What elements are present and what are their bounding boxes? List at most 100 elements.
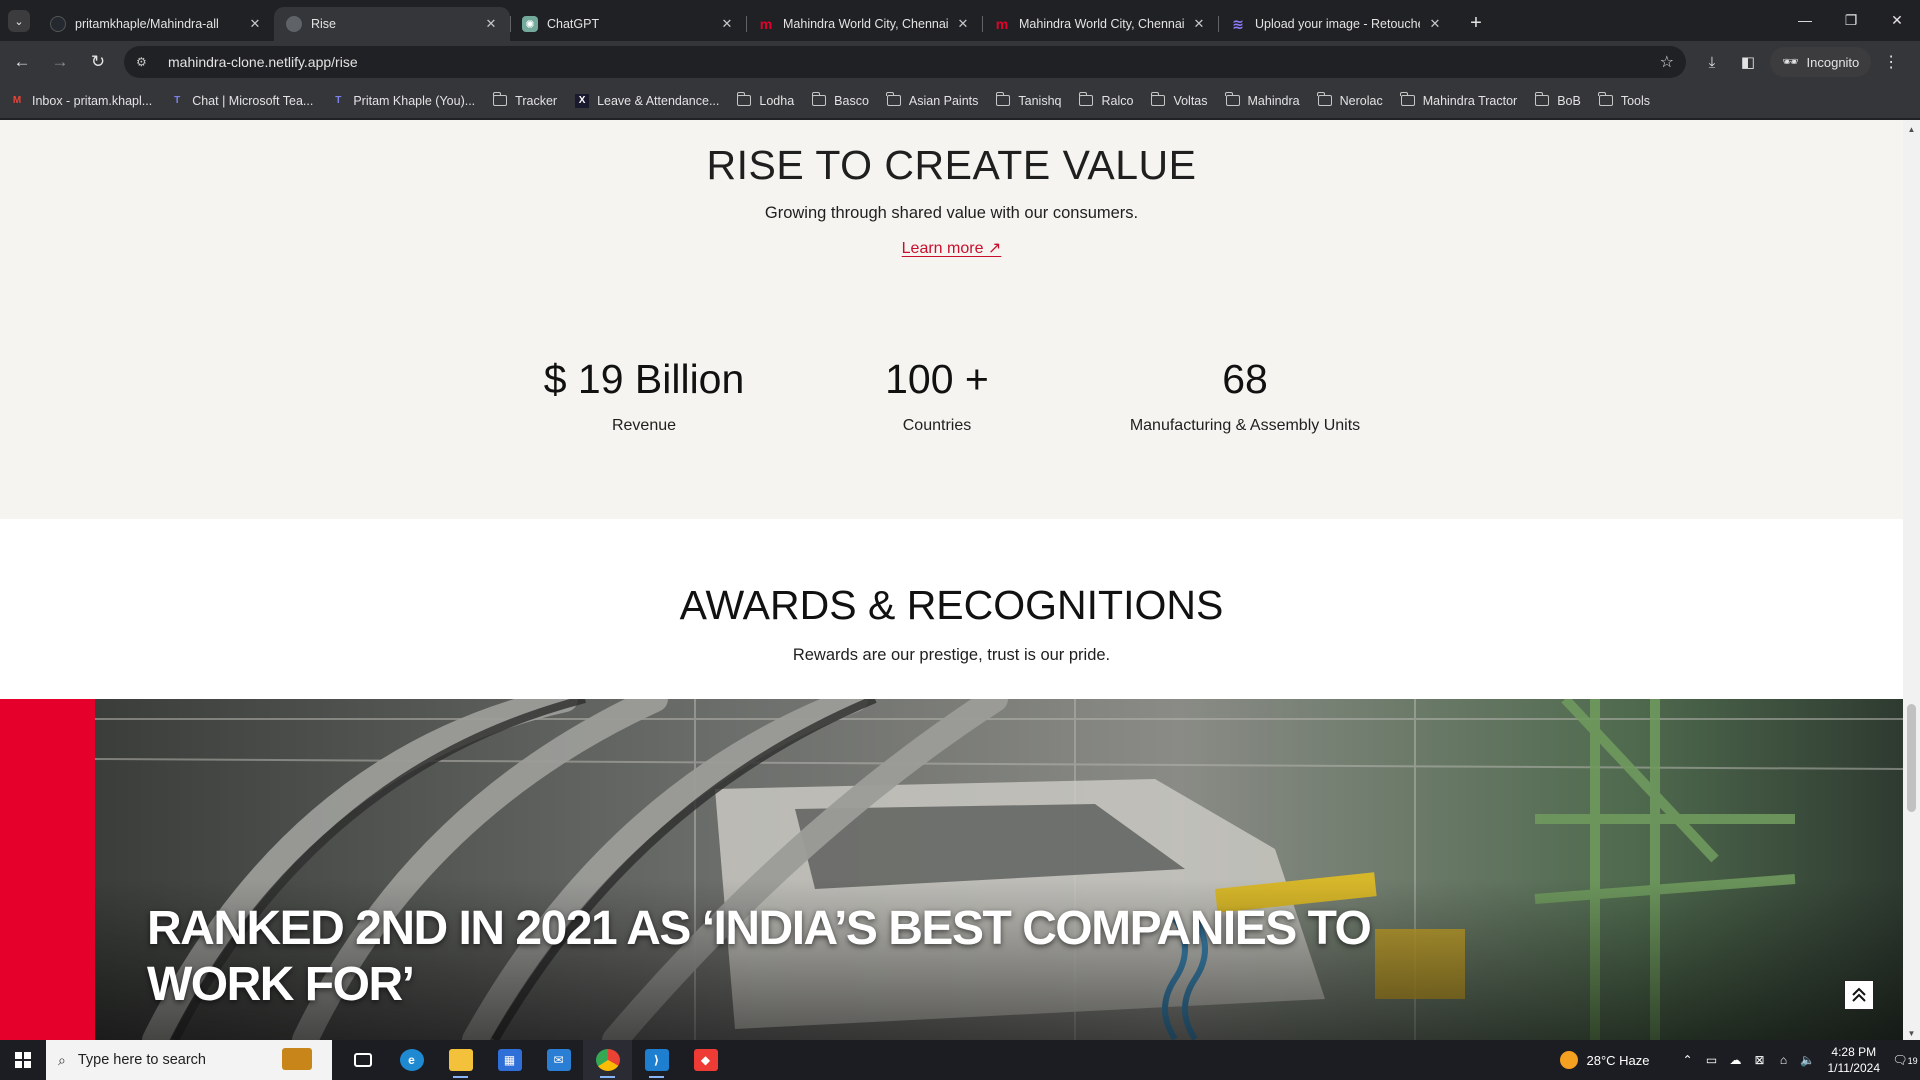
bookmark-teams-profile[interactable]: T Pritam Khaple (You)... [331,94,475,108]
bookmark-label: Lodha [759,93,795,108]
bookmark-tanishq[interactable]: Tanishq [995,92,1061,108]
close-icon[interactable]: ✕ [718,15,736,33]
award-headline: RANKED 2ND IN 2021 AS ‘INDIA’S BEST COMP… [147,901,1397,1013]
download-icon[interactable]: ⤓ [1694,46,1730,78]
chrome-icon [595,1049,620,1071]
tab-github[interactable]: pritamkhaple/Mahindra-all ✕ [38,7,274,41]
tab-retoucher[interactable]: ≋ Upload your image - Retoucher ✕ [1218,7,1454,41]
close-icon[interactable]: ✕ [482,15,500,33]
tab-chatgpt[interactable]: ✺ ChatGPT ✕ [510,7,746,41]
close-icon[interactable]: ✕ [1426,15,1444,33]
mail-app[interactable]: ✉ [534,1040,583,1080]
task-view-button[interactable] [338,1040,387,1080]
bookmarks-bar: M Inbox - pritam.khapl... T Chat | Microso… [0,83,1920,119]
network-icon[interactable]: ⌂ [1772,1053,1796,1067]
bookmark-label: Ralco [1101,93,1134,108]
file-explorer-app[interactable] [436,1040,485,1080]
bookmark-label: Inbox - pritam.khapl... [32,93,153,108]
bookmark-tools[interactable]: Tools [1598,92,1650,108]
folder-icon [1534,92,1550,108]
meet-icon[interactable]: ▭ [1700,1053,1724,1067]
bookmark-label: Nerolac [1339,93,1383,108]
weather-widget[interactable]: 28°C Haze [1560,1051,1650,1069]
tab-title: Mahindra World City, Chennai s [1019,17,1184,31]
anydesk-app[interactable]: ◆ [681,1040,730,1080]
notification-icon: 🗨 [1892,1053,1908,1067]
url-text[interactable]: mahindra-clone.netlify.app/rise [168,54,1660,70]
tab-mahindra-world-city-2[interactable]: m Mahindra World City, Chennai s ✕ [982,7,1218,41]
start-button[interactable] [0,1040,46,1080]
onedrive-icon[interactable]: ☁ [1724,1053,1748,1067]
bookmark-teams-chat[interactable]: T Chat | Microsoft Tea... [170,94,313,108]
reload-icon[interactable]: ↻ [82,46,114,78]
bookmark-ralco[interactable]: Ralco [1078,92,1134,108]
x-icon: X [575,93,590,108]
chatgpt-icon: ✺ [522,16,538,32]
chevron-up-icon[interactable]: ⌃ [1676,1053,1700,1067]
vscode-icon: ⟩ [644,1049,669,1071]
page-scrollbar[interactable]: ▲ ▼ [1903,120,1920,1040]
incognito-badge[interactable]: 🕶 Incognito [1770,47,1872,77]
security-icon[interactable]: ⊠ [1748,1053,1772,1067]
chrome-app[interactable] [583,1040,632,1080]
globe-icon [286,16,302,32]
bookmark-basco[interactable]: Basco [811,92,869,108]
minimize-icon[interactable]: — [1782,0,1828,40]
teams-icon: T [335,95,342,106]
address-bar[interactable]: ⚙ mahindra-clone.netlify.app/rise ☆ [124,46,1686,78]
award-banner[interactable]: RANKED 2ND IN 2021 AS ‘INDIA’S BEST COMP… [0,699,1903,1040]
scroll-up-arrow-icon[interactable]: ▲ [1907,124,1916,134]
close-icon[interactable]: ✕ [954,15,972,33]
bookmark-bob[interactable]: BoB [1534,92,1581,108]
bookmark-label: Voltas [1173,93,1208,108]
edge-app[interactable]: e [387,1040,436,1080]
search-placeholder: Type here to search [77,1052,207,1068]
stat-number: $ 19 Billion [543,356,745,402]
back-arrow-icon[interactable]: ← [6,46,38,78]
taskbar-search[interactable]: ⌕ Type here to search [46,1040,332,1080]
bookmark-star-icon[interactable]: ☆ [1660,52,1674,72]
side-panel-icon[interactable]: ◧ [1730,46,1766,78]
site-settings-icon[interactable]: ⚙ [136,55,154,69]
bookmark-lodha[interactable]: Lodha [736,92,795,108]
bookmark-voltas[interactable]: Voltas [1150,92,1208,108]
close-icon[interactable]: ✕ [1190,15,1208,33]
bookmark-label: BoB [1557,93,1581,108]
back-to-top-button[interactable] [1844,980,1874,1010]
tab-rise[interactable]: Rise ✕ [274,7,510,41]
store-app[interactable]: ▦ [485,1040,534,1080]
value-subtitle: Growing through shared value with our co… [764,204,1139,222]
volume-icon[interactable]: 🔈 [1796,1053,1820,1067]
kebab-menu-icon[interactable]: ⋮ [1875,52,1907,72]
award-headline-line1: RANKED 2ND IN 2021 AS ‘INDIA’S BEST COMP… [147,902,1372,955]
bookmark-mahindra-tractor[interactable]: Mahindra Tractor [1400,92,1517,108]
bookmark-nerolac[interactable]: Nerolac [1317,92,1383,108]
scroll-down-arrow-icon[interactable]: ▼ [1907,1028,1916,1038]
bookmark-tracker[interactable]: Tracker [492,92,557,108]
tab-strip: ⌄ pritamkhaple/Mahindra-all ✕ Rise ✕ ✺ C… [0,0,1920,41]
tab-mahindra-world-city-1[interactable]: m Mahindra World City, Chennai s ✕ [746,7,982,41]
bookmark-label: Chat | Microsoft Tea... [192,93,314,108]
forward-arrow-icon[interactable]: → [44,46,76,78]
bookmark-label: Leave & Attendance... [597,93,720,108]
scrollbar-thumb[interactable] [1907,704,1916,812]
bookmark-mahindra[interactable]: Mahindra [1225,92,1300,108]
stat-label: Countries [902,417,972,434]
vscode-app[interactable]: ⟩ [632,1040,681,1080]
mail-icon: ✉ [546,1049,571,1071]
close-window-icon[interactable]: ✕ [1874,0,1920,40]
taskbar-clock[interactable]: 4:28 PM 1/11/2024 [1828,1044,1881,1076]
tab-search-button[interactable]: ⌄ [8,10,30,32]
bookmark-asian-paints[interactable]: Asian Paints [886,92,978,108]
page-viewport: RISE TO CREATE VALUE Growing through sha… [0,120,1903,1040]
bookmark-inbox[interactable]: M Inbox - pritam.khapl... [10,94,152,108]
gmail-icon: M [12,95,22,106]
learn-more-link[interactable]: Learn more ↗ [902,240,1002,257]
restore-icon[interactable]: ❐ [1828,0,1874,40]
folder-icon [448,1049,473,1071]
notification-center-button[interactable]: 🗨19 [1890,1053,1920,1067]
close-icon[interactable]: ✕ [246,15,264,33]
bookmark-leave[interactable]: X Leave & Attendance... [575,93,720,108]
new-tab-button[interactable]: + [1462,8,1490,38]
incognito-icon: 🕶 [1782,54,1799,69]
